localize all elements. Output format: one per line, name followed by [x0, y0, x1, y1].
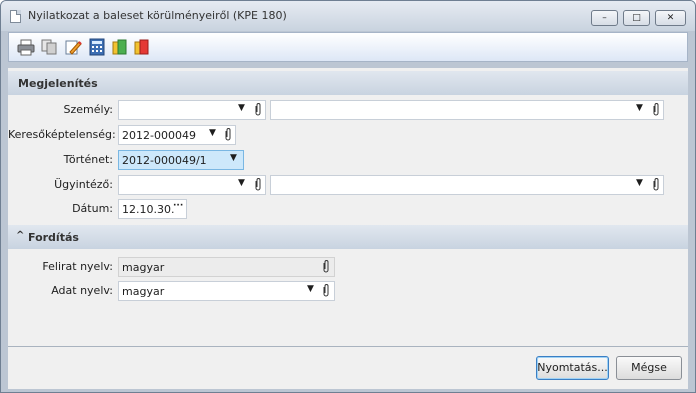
ugyintezo-combo[interactable]: ▼ [118, 175, 266, 195]
form-content: Megjelenítés Személy: ▼ ▼ Keresőképtelen… [8, 68, 688, 346]
paperclip-icon[interactable] [322, 284, 330, 297]
dropdown-arrow-icon[interactable]: ▼ [307, 284, 314, 294]
section-header-forditas[interactable]: ^ Fordítás [8, 225, 688, 249]
date-picker-button[interactable]: ··· [173, 201, 183, 211]
cancel-button[interactable]: Mégse [616, 356, 682, 380]
section-title: Megjelenítés [18, 77, 98, 90]
section-header-megjelenites[interactable]: Megjelenítés [8, 71, 688, 95]
title-bar[interactable]: Nyilatkozat a baleset körülményeiről (KP… [1, 1, 695, 31]
adat-nyelv-label: Adat nyelv: [51, 284, 113, 297]
export-green-icon[interactable] [111, 38, 129, 56]
tortenet-value: 2012-000049/1 [122, 154, 207, 167]
szemely-label: Személy: [63, 103, 113, 116]
minimize-button[interactable]: – [591, 10, 618, 26]
datum-label: Dátum: [72, 202, 113, 215]
szemely-combo[interactable]: ▼ [118, 100, 266, 120]
keresokeptelenseg-label: Keresőképtelenség: [8, 128, 116, 141]
datum-value: 12.10.30. [122, 203, 175, 216]
section-title: Fordítás [28, 231, 79, 244]
paperclip-icon[interactable] [652, 103, 660, 116]
toolbar [8, 32, 688, 62]
paperclip-icon[interactable] [224, 128, 232, 141]
document-icon [10, 10, 21, 23]
keresokeptelenseg-combo[interactable]: 2012-000049 ▼ [118, 125, 236, 145]
tortenet-label: Történet: [63, 153, 113, 166]
dropdown-arrow-icon[interactable]: ▼ [636, 103, 643, 113]
close-button[interactable]: ✕ [655, 10, 686, 26]
copy-icon[interactable] [40, 38, 58, 56]
calculator-icon[interactable] [88, 38, 106, 56]
paperclip-icon[interactable] [322, 260, 330, 273]
window-title: Nyilatkozat a baleset körülményeiről (KP… [28, 9, 287, 22]
dropdown-arrow-icon[interactable]: ▼ [230, 153, 237, 163]
printer-icon[interactable] [17, 38, 35, 56]
paperclip-icon[interactable] [254, 178, 262, 191]
dropdown-arrow-icon[interactable]: ▼ [209, 128, 216, 138]
dropdown-arrow-icon[interactable]: ▼ [238, 103, 245, 113]
ugyintezo-label: Ügyintéző: [54, 178, 113, 191]
dropdown-arrow-icon[interactable]: ▼ [238, 178, 245, 188]
felirat-nyelv-value: magyar [122, 261, 165, 274]
felirat-nyelv-field[interactable]: magyar [118, 257, 335, 277]
datum-field[interactable]: 12.10.30. ··· [118, 199, 187, 219]
export-red-icon[interactable] [133, 38, 151, 56]
edit-icon[interactable] [64, 38, 82, 56]
adat-nyelv-value: magyar [122, 285, 165, 298]
ugyintezo-name-combo[interactable]: ▼ [270, 175, 664, 195]
dialog-footer: Nyomtatás... Mégse [8, 347, 688, 389]
chevron-up-icon[interactable]: ^ [16, 230, 24, 241]
adat-nyelv-combo[interactable]: magyar ▼ [118, 281, 335, 301]
print-button[interactable]: Nyomtatás... [536, 356, 609, 380]
felirat-nyelv-label: Felirat nyelv: [42, 260, 113, 273]
dialog-window: Nyilatkozat a baleset körülményeiről (KP… [0, 0, 696, 393]
szemely-name-combo[interactable]: ▼ [270, 100, 664, 120]
maximize-button[interactable]: □ [623, 10, 650, 26]
keresokeptelenseg-value: 2012-000049 [122, 129, 196, 142]
dropdown-arrow-icon[interactable]: ▼ [636, 178, 643, 188]
paperclip-icon[interactable] [652, 178, 660, 191]
paperclip-icon[interactable] [254, 103, 262, 116]
tortenet-combo[interactable]: 2012-000049/1 ▼ [118, 150, 244, 170]
